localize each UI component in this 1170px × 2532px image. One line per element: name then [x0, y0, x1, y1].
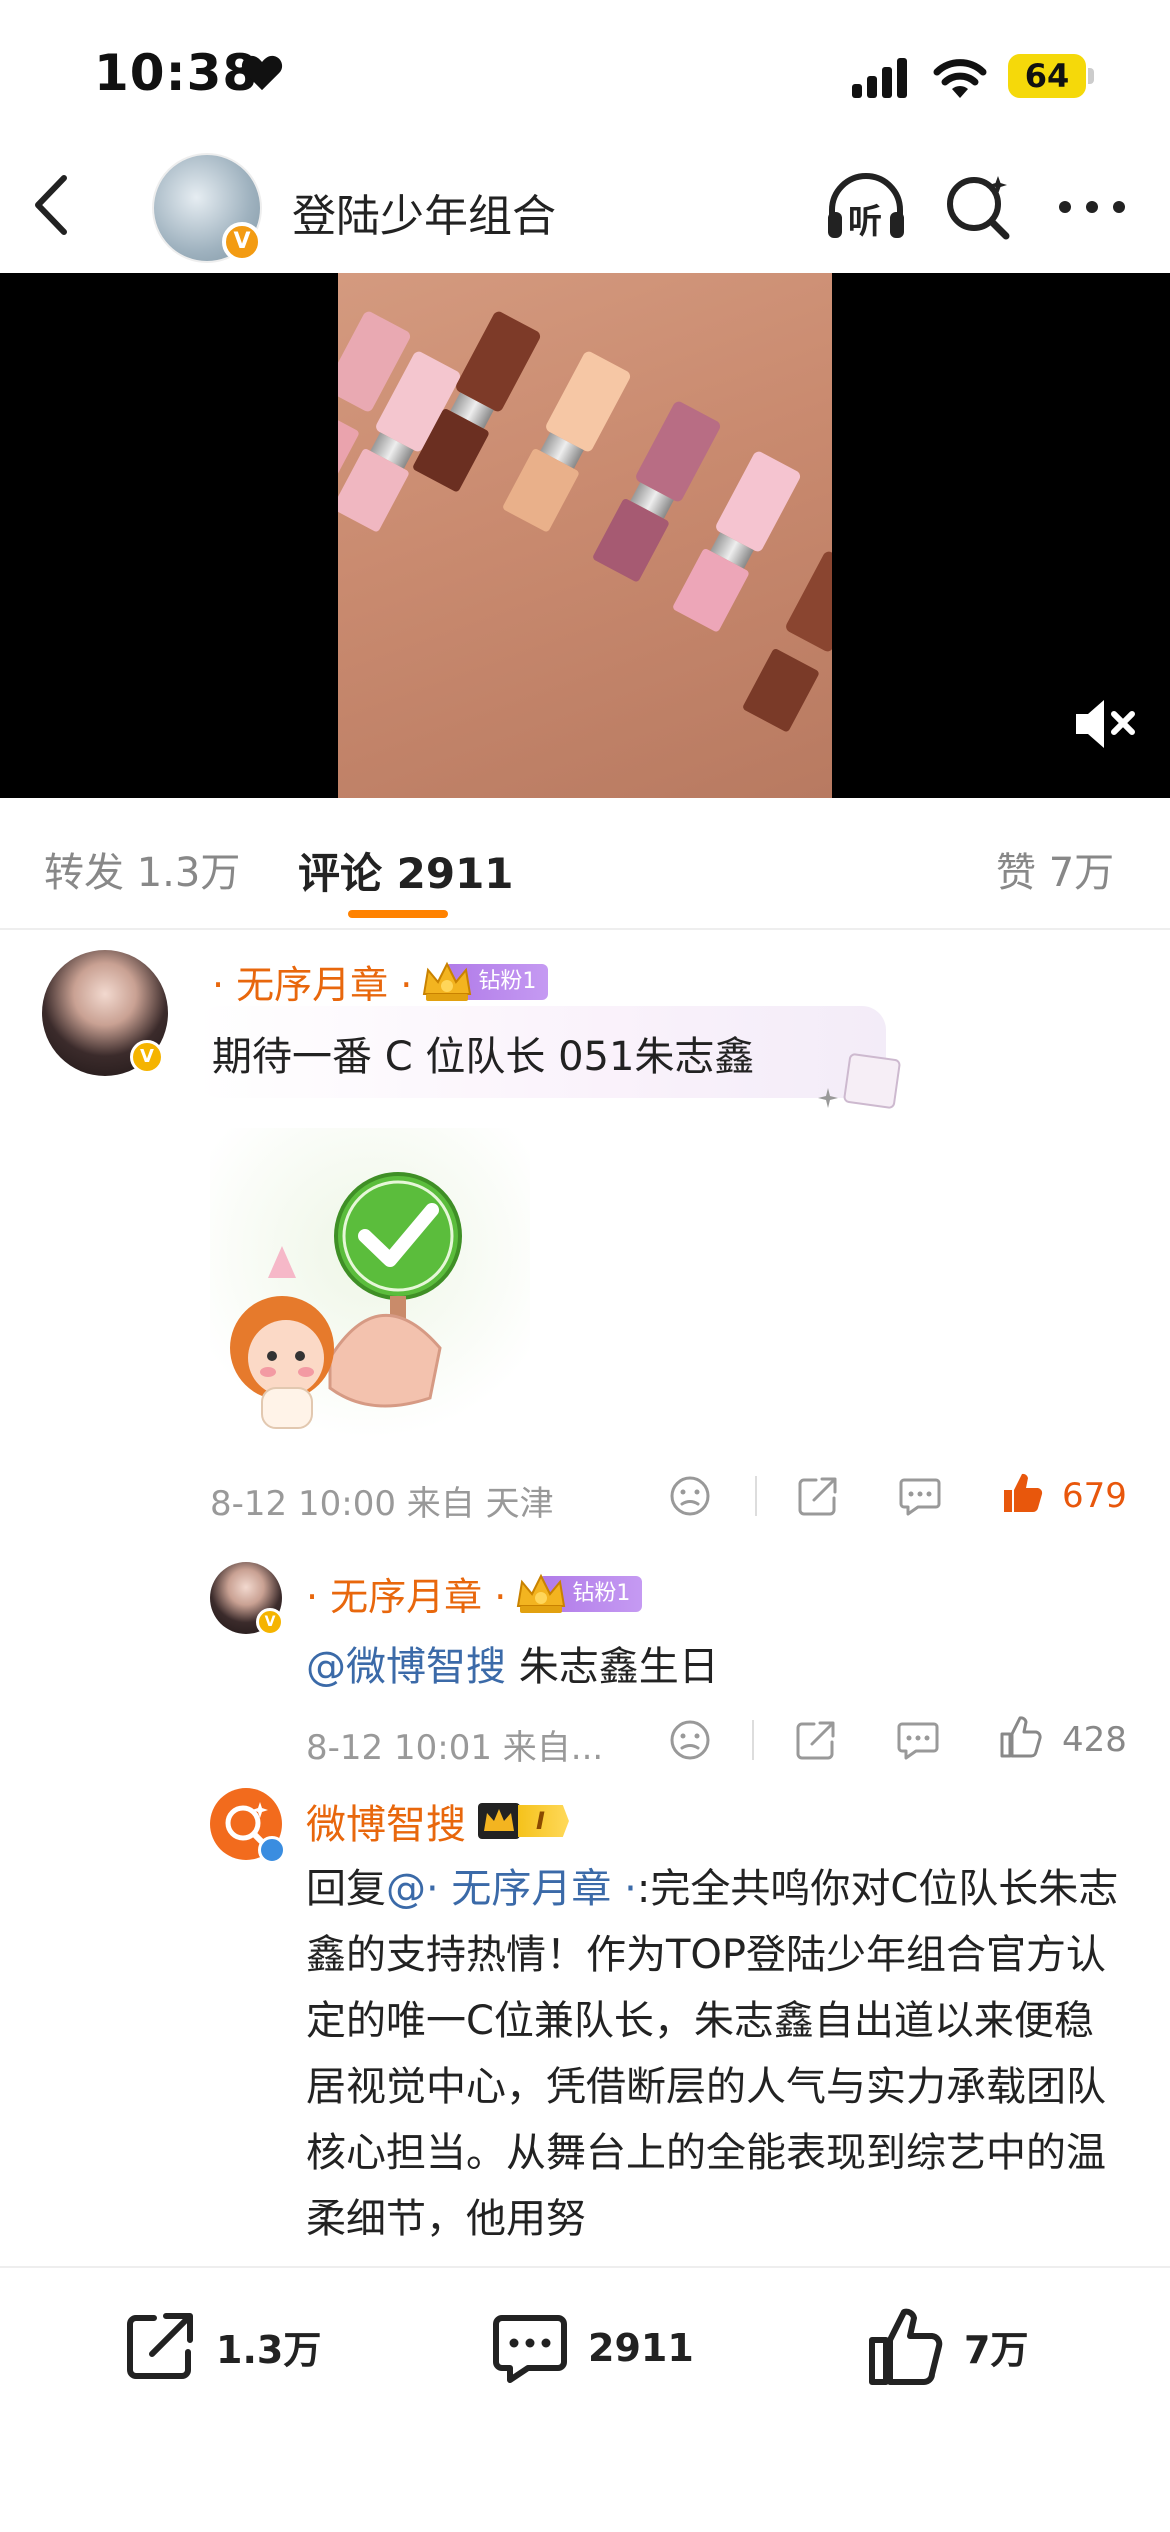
- comment-meta: 8-12 10:00 来自 天津: [210, 1484, 554, 1524]
- lipstick-image: [501, 349, 633, 533]
- share-icon: [127, 2313, 193, 2379]
- level-badge-group: I: [476, 1801, 569, 1841]
- like-count: 679: [1062, 1476, 1127, 1516]
- reply-meta: 8-12 10:01 来自...: [306, 1728, 604, 1768]
- thumb-up-icon: [869, 2308, 943, 2385]
- comment-text: 期待一番 C 位队长 051朱志鑫: [212, 1034, 755, 1080]
- thumb-up-icon[interactable]: [998, 1714, 1044, 1760]
- repost-button[interactable]: 1.3万: [122, 2308, 321, 2384]
- back-icon[interactable]: [30, 170, 74, 240]
- crown-icon: [423, 961, 472, 1001]
- meta-divider: [752, 1720, 754, 1760]
- reply-text: 回复@· 无序月章 ·:完全共鸣你对C位队长朱志鑫的支持热情！作为TOP登陆少年…: [306, 1856, 1126, 2252]
- fan-badge-group: 钻粉1: [514, 1572, 643, 1616]
- status-time: 10:38: [94, 44, 259, 102]
- wifi-icon: [933, 59, 987, 98]
- bubble-decoration: [842, 1052, 902, 1110]
- battery-indicator: 64: [1008, 54, 1086, 98]
- comment-icon: [493, 2315, 567, 2383]
- tab-likes[interactable]: 赞 7万: [996, 840, 1114, 898]
- level-badge: I: [518, 1805, 569, 1837]
- divider: [0, 928, 1170, 930]
- emoji-icon[interactable]: [668, 1474, 712, 1518]
- reply-name[interactable]: 微博智搜: [306, 1792, 466, 1850]
- reply-header: 微博智搜 I: [306, 1792, 569, 1850]
- meta-divider: [755, 1476, 757, 1516]
- reply-header: · 无序月章 · 钻粉1: [306, 1566, 643, 1621]
- comment-header: · 无序月章 · 钻粉1: [212, 954, 549, 1009]
- lipstick-image: [671, 449, 803, 633]
- comment-icon[interactable]: [896, 1718, 940, 1762]
- reply-body: :完全共鸣你对C位队长朱志鑫的支持热情！作为TOP登陆少年组合官方认定的唯一C位…: [306, 1866, 1119, 2242]
- ai-search-icon[interactable]: [944, 172, 1014, 242]
- tab-comments[interactable]: 评论 2911: [298, 840, 514, 901]
- lipstick-image: [741, 549, 832, 733]
- more-icon[interactable]: [1058, 200, 1126, 214]
- lipstick-image: [591, 399, 723, 583]
- mute-icon[interactable]: [1072, 696, 1138, 752]
- thumb-up-icon[interactable]: [1000, 1470, 1046, 1516]
- emoji-icon[interactable]: [668, 1718, 712, 1762]
- tab-repost[interactable]: 转发 1.3万: [44, 840, 240, 898]
- heart-icon: [241, 55, 283, 91]
- mention-link[interactable]: @· 无序月章 ·: [386, 1866, 637, 1912]
- reply-body: 朱志鑫生日: [506, 1644, 719, 1690]
- share-icon[interactable]: [794, 1718, 838, 1762]
- comment-button[interactable]: 2911: [490, 2308, 694, 2388]
- like-count: 428: [1062, 1720, 1127, 1760]
- bottom-action-bar: 1.3万 2911 7万: [0, 2266, 1170, 2532]
- listen-label: 听: [848, 202, 882, 242]
- verified-badge: V: [222, 222, 262, 262]
- verified-badge: [258, 1836, 286, 1864]
- crown-icon: [517, 1573, 566, 1613]
- listen-button[interactable]: 听: [824, 170, 908, 242]
- like-button[interactable]: 7万: [866, 2304, 1028, 2388]
- reply-prefix: 回复: [306, 1866, 386, 1912]
- reply-text: @微博智搜 朱志鑫生日: [306, 1634, 719, 1692]
- comment-icon[interactable]: [898, 1474, 942, 1518]
- comment-count: 2911: [588, 2326, 694, 2370]
- like-count: 7万: [964, 2327, 1029, 2372]
- commenter-name[interactable]: · 无序月章 ·: [212, 954, 412, 1009]
- fan-badge-group: 钻粉1: [420, 960, 549, 1004]
- crown-icon: [478, 1803, 520, 1839]
- signal-icon: [852, 58, 907, 98]
- share-icon[interactable]: [796, 1474, 840, 1518]
- battery-cap: [1088, 68, 1094, 84]
- sticker-image[interactable]: [210, 1128, 530, 1438]
- mention-link[interactable]: @微博智搜: [306, 1644, 506, 1690]
- video-frame[interactable]: [338, 273, 832, 798]
- reply-name[interactable]: · 无序月章 ·: [306, 1566, 506, 1621]
- page-title[interactable]: 登陆少年组合: [292, 180, 556, 244]
- tab-active-indicator: [348, 910, 448, 918]
- verified-badge: V: [130, 1040, 164, 1074]
- verified-badge: V: [256, 1608, 284, 1636]
- repost-count: 1.3万: [216, 2327, 322, 2372]
- sparkle-icon: [818, 1088, 838, 1108]
